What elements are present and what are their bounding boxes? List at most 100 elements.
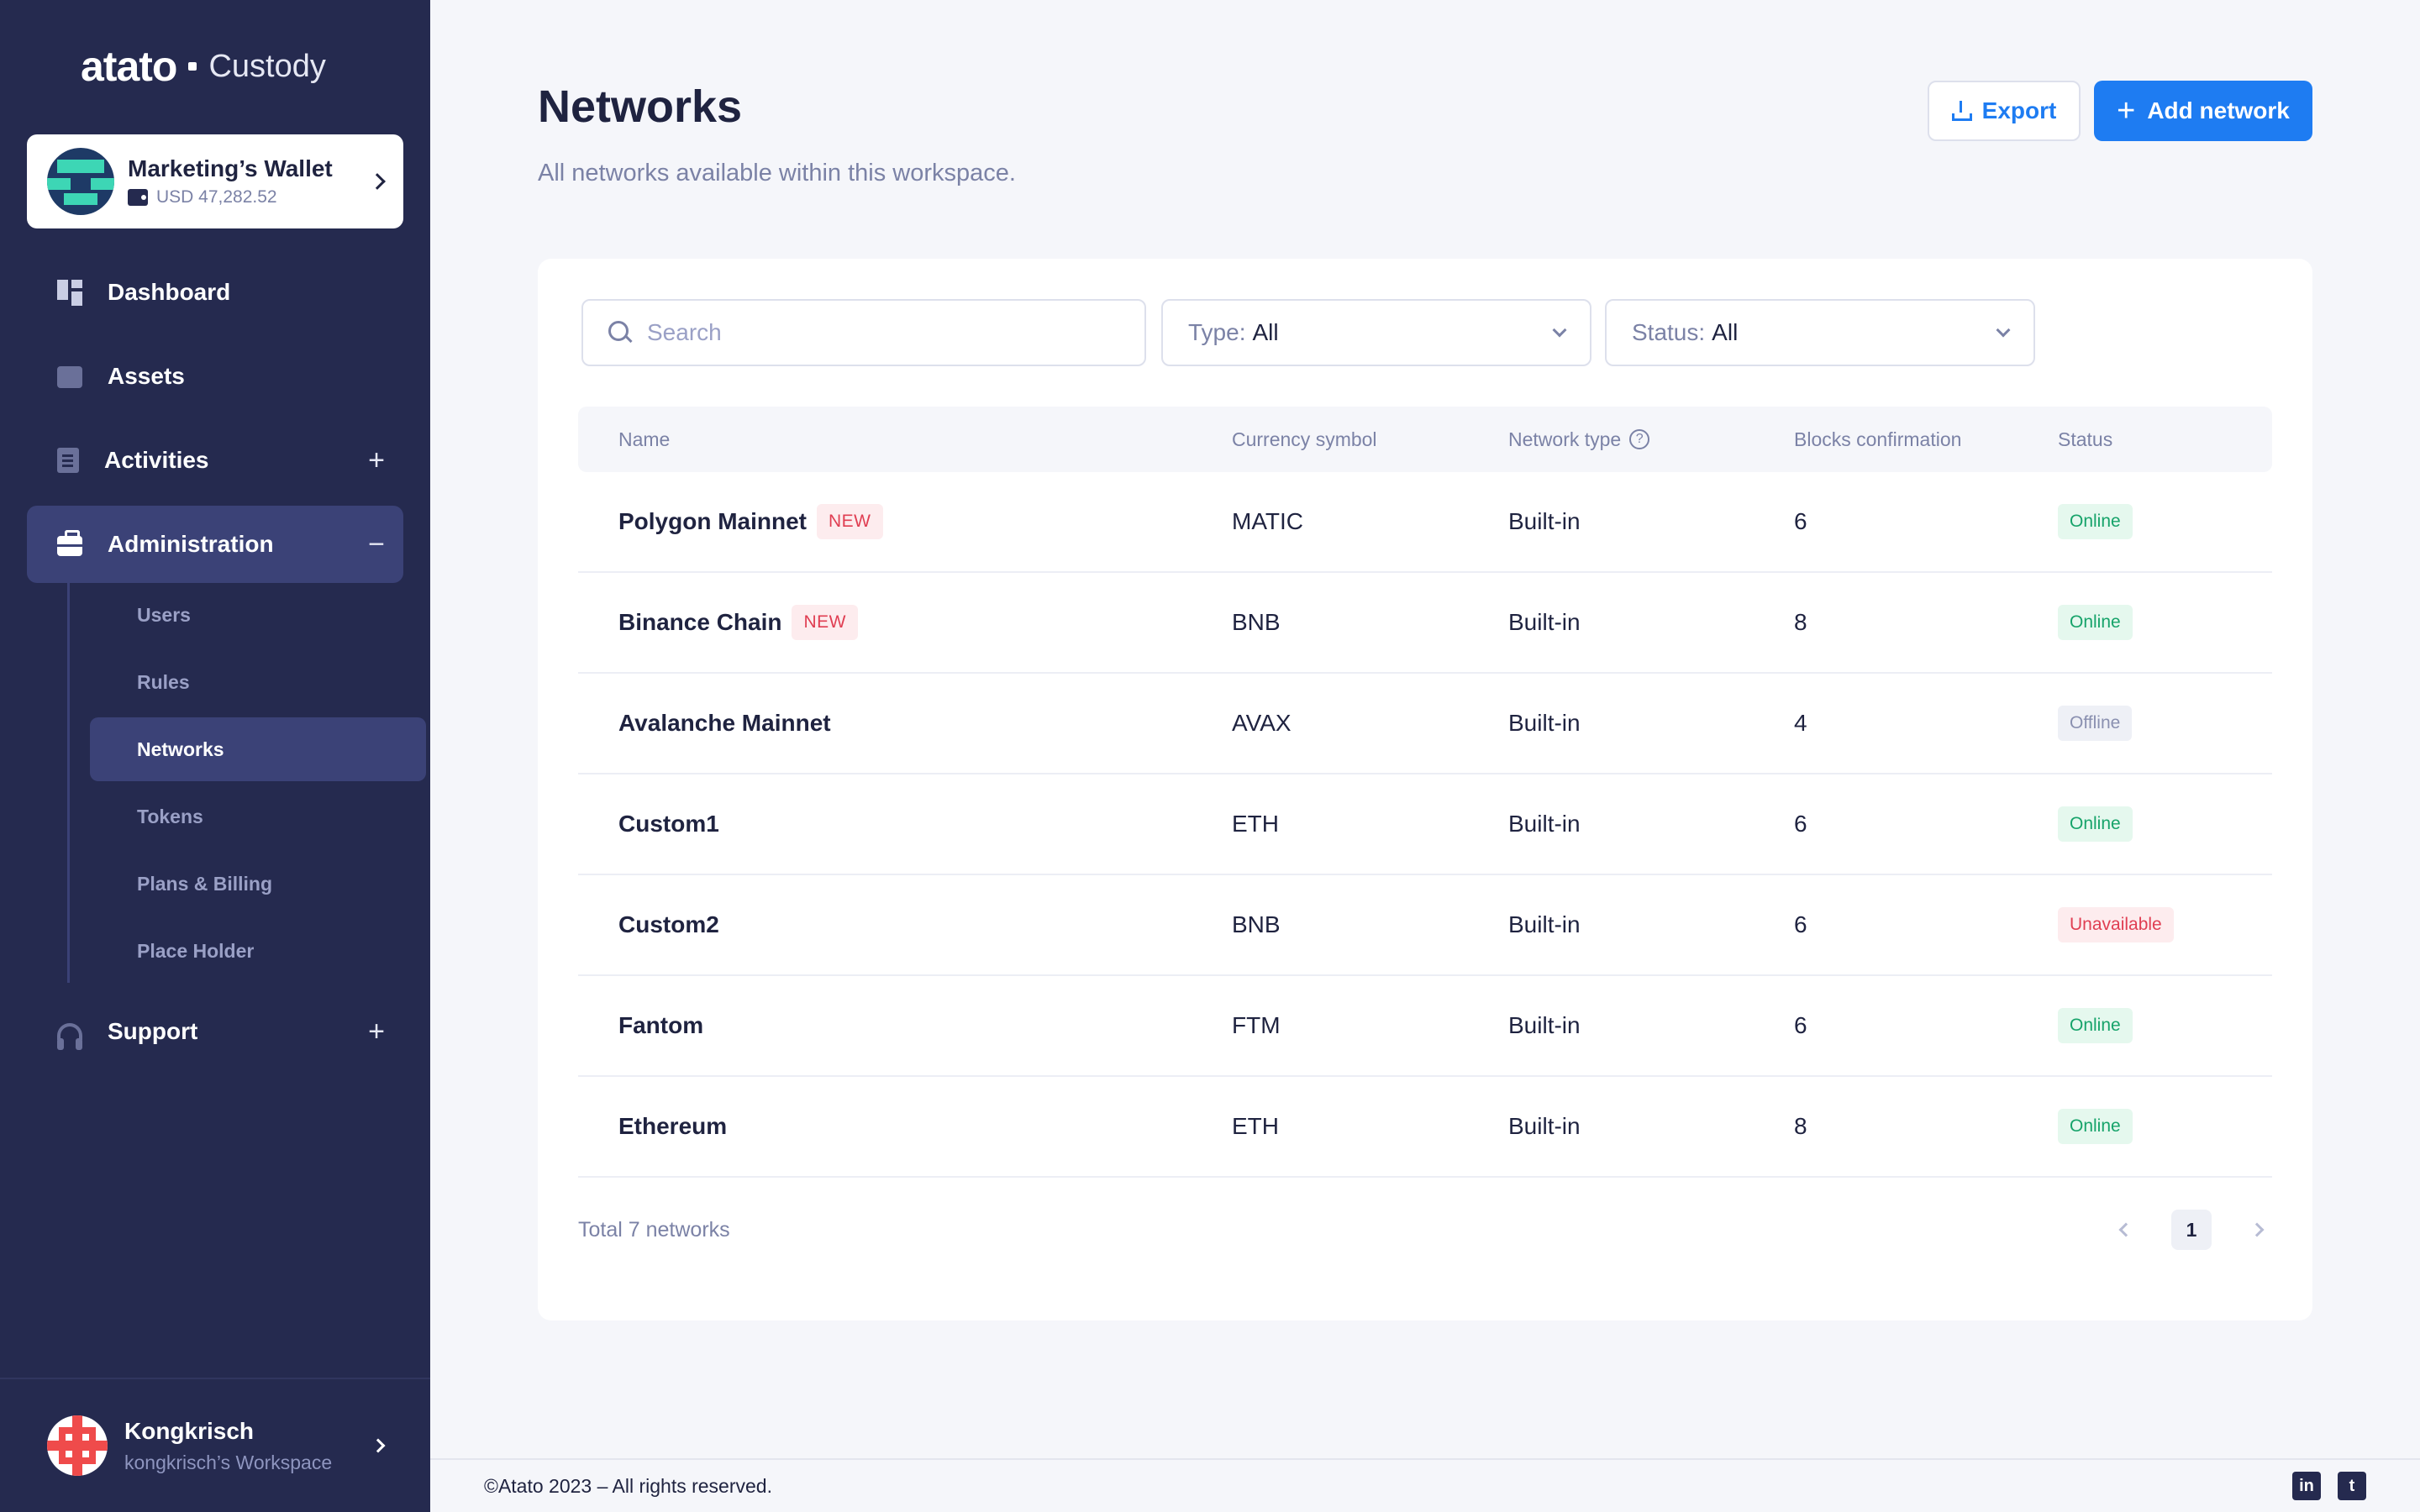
table-body: Polygon Mainnet NEW MATIC Built-in 6 Onl…: [578, 472, 2272, 1178]
page-subtitle: All networks available within this works…: [538, 160, 1016, 186]
subnav-item-place-holder[interactable]: Place Holder: [90, 919, 426, 983]
type-filter-select[interactable]: Type: All: [1161, 299, 1591, 366]
subnav-item-tokens[interactable]: Tokens: [90, 785, 426, 848]
table-row[interactable]: Ethereum ETH Built-in 8 Online: [578, 1077, 2272, 1178]
cell-status: Unavailable: [2058, 907, 2272, 942]
network-name: Polygon Mainnet: [618, 508, 807, 534]
export-button[interactable]: Export: [1928, 81, 2081, 141]
type-filter-label: Type:: [1188, 319, 1246, 345]
networks-table: Name Currency symbol Network type ? Bloc…: [578, 407, 2272, 1178]
avatar: [47, 1415, 108, 1476]
network-name: Custom1: [618, 811, 719, 837]
table-row[interactable]: Fantom FTM Built-in 6 Online: [578, 976, 2272, 1077]
linkedin-icon[interactable]: in: [2292, 1472, 2321, 1500]
network-name: Custom2: [618, 911, 719, 937]
table-row[interactable]: Custom2 BNB Built-in 6 Unavailable: [578, 875, 2272, 976]
table-row[interactable]: Avalanche Mainnet AVAX Built-in 4 Offlin…: [578, 674, 2272, 774]
table-row[interactable]: Binance Chain NEW BNB Built-in 8 Online: [578, 573, 2272, 674]
table-row[interactable]: Polygon Mainnet NEW MATIC Built-in 6 Onl…: [578, 472, 2272, 573]
status-badge: Offline: [2058, 706, 2133, 741]
header-currency[interactable]: Currency symbol: [1232, 428, 1508, 451]
cell-status: Online: [2058, 504, 2272, 539]
page-number[interactable]: 1: [2171, 1210, 2212, 1250]
cell-currency: AVAX: [1232, 710, 1292, 736]
user-profile[interactable]: Kongkrisch kongkrisch’s Workspace: [0, 1378, 430, 1512]
cell-status: Online: [2058, 605, 2272, 640]
header-network-type-label: Network type: [1508, 428, 1622, 450]
document-icon: [57, 448, 79, 473]
nav-item-dashboard[interactable]: Dashboard: [27, 254, 403, 331]
network-name: Avalanche Mainnet: [618, 710, 831, 736]
subnav-item-networks[interactable]: Networks: [90, 717, 426, 781]
header-blocks[interactable]: Blocks confirmation: [1794, 428, 2058, 451]
cell-network-type: Built-in: [1508, 609, 1581, 635]
cell-status: Online: [2058, 1008, 2272, 1043]
status-filter-value: All: [1712, 319, 1739, 345]
chevron-right-icon: [371, 1438, 386, 1453]
wallet-icon: [57, 366, 82, 388]
collapse-minus-icon[interactable]: −: [368, 528, 385, 561]
briefcase-icon: [57, 530, 82, 556]
chevron-right-icon[interactable]: [2249, 1222, 2265, 1237]
status-badge: Online: [2058, 1109, 2133, 1144]
user-workspace: kongkrisch’s Workspace: [124, 1451, 333, 1473]
network-name: Fantom: [618, 1012, 704, 1038]
header-status[interactable]: Status: [2058, 428, 2272, 451]
subnav-item-plans-billing[interactable]: Plans & Billing: [90, 852, 426, 916]
status-badge: Online: [2058, 605, 2133, 640]
main-nav: Dashboard Assets Activities + Administra…: [27, 254, 426, 1077]
cell-blocks: 4: [1794, 710, 1807, 736]
add-network-button[interactable]: + Add network: [2094, 81, 2312, 141]
expand-plus-icon[interactable]: +: [368, 1016, 385, 1048]
header-network-type[interactable]: Network type ?: [1508, 428, 1794, 451]
cell-network-type: Built-in: [1508, 811, 1581, 837]
nav-item-administration[interactable]: Administration −: [27, 506, 403, 583]
type-filter-value: All: [1252, 319, 1279, 345]
search-icon: [608, 321, 632, 344]
header-name[interactable]: Name: [578, 428, 1232, 451]
wallet-icon: [128, 189, 148, 206]
app-logo[interactable]: atato Custody: [81, 42, 326, 91]
networks-card: Search Type: All Status: All Name Curren…: [538, 259, 2312, 1320]
cell-network-type: Built-in: [1508, 710, 1581, 736]
wallet-balance-row: USD 47,282.52: [128, 187, 371, 207]
new-badge: NEW: [792, 605, 858, 640]
cell-status: Online: [2058, 806, 2272, 842]
administration-subnav: Users Rules Networks Tokens Plans & Bill…: [67, 583, 426, 983]
search-input[interactable]: Search: [581, 299, 1146, 366]
cell-name: Custom2: [578, 911, 1232, 938]
table-row[interactable]: Custom1 ETH Built-in 6 Online: [578, 774, 2272, 875]
cell-network-type: Built-in: [1508, 508, 1581, 534]
logo-separator: [188, 62, 197, 71]
chevron-left-icon[interactable]: [2118, 1222, 2133, 1237]
expand-plus-icon[interactable]: +: [368, 444, 385, 477]
cell-blocks: 8: [1794, 1113, 1807, 1139]
help-icon[interactable]: ?: [1629, 429, 1650, 449]
wallet-name: Marketing’s Wallet: [128, 155, 333, 181]
cell-name: Binance Chain NEW: [578, 605, 1232, 640]
cell-currency: ETH: [1232, 1113, 1279, 1139]
sidebar: atato Custody Marketing’s Wallet USD 47,…: [0, 0, 430, 1512]
cell-name: Fantom: [578, 1012, 1232, 1039]
cell-network-type: Built-in: [1508, 911, 1581, 937]
cell-name: Avalanche Mainnet: [578, 710, 1232, 737]
cell-blocks: 6: [1794, 1012, 1807, 1038]
subnav-item-rules[interactable]: Rules: [90, 650, 426, 714]
chevron-down-icon: [1996, 323, 2011, 338]
status-filter-select[interactable]: Status: All: [1605, 299, 2035, 366]
nav-item-activities[interactable]: Activities +: [27, 422, 403, 499]
headset-icon: [57, 1023, 82, 1050]
chevron-down-icon: [1552, 323, 1567, 338]
user-name: Kongkrisch: [124, 1417, 255, 1444]
status-badge: Unavailable: [2058, 907, 2174, 942]
network-name: Ethereum: [618, 1113, 728, 1139]
nav-item-assets[interactable]: Assets: [27, 338, 403, 415]
logo-product: Custody: [208, 48, 326, 84]
cell-blocks: 8: [1794, 609, 1807, 635]
wallet-selector[interactable]: Marketing’s Wallet USD 47,282.52: [27, 134, 403, 228]
pagination: 1: [2118, 1210, 2265, 1250]
plus-icon: +: [2117, 93, 2136, 129]
twitter-icon[interactable]: t: [2338, 1472, 2366, 1500]
nav-item-support[interactable]: Support +: [27, 993, 403, 1070]
subnav-item-users[interactable]: Users: [90, 583, 426, 647]
